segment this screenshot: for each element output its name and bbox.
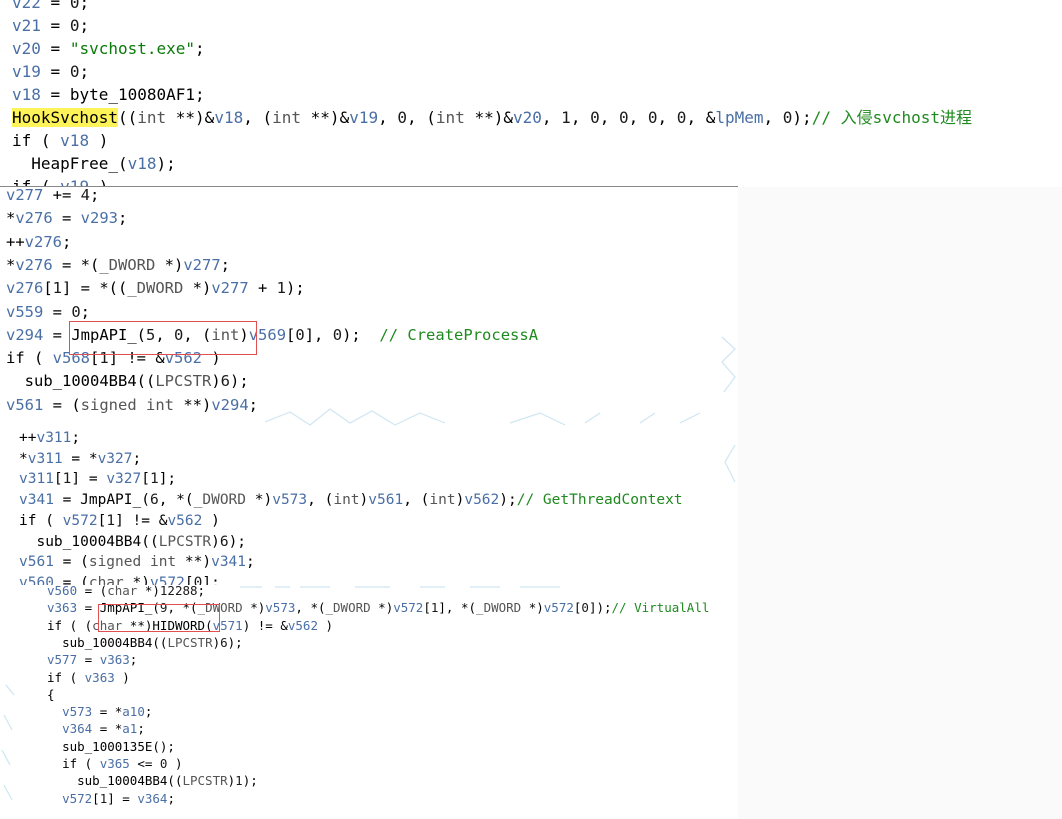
scan-artifact <box>1 586 560 801</box>
code-panel-create-process: v277 += 4; *v276 = v293; ++v276; *v276 = *(… <box>0 187 738 427</box>
blank-area <box>738 187 1062 819</box>
code-line: if ( v18 ) <box>12 131 109 150</box>
code-panel-get-thread-context: ++v311; *v311 = *v327; v311[1] = v327[1]; v… <box>0 427 738 585</box>
scan-artifact <box>264 336 736 426</box>
code-line: v19 = 0; <box>12 62 90 81</box>
code-panel-virtual-alloc: v560 = (char *)12288; v363 = JmpAPI_(9, *… <box>0 585 738 819</box>
code-panel-hook-svchost: v22 = 0; v21 = 0; v20 = "svchost.exe"; v19 … <box>0 0 1062 186</box>
code-line: HookSvchost((int **)&v18, (int **)&v19, … <box>12 108 973 127</box>
code-line: v20 = "svchost.exe"; <box>12 39 205 58</box>
code-line: v21 = 0; <box>12 16 90 35</box>
scan-artifact <box>724 444 736 483</box>
code-line: if ( v19 ) <box>12 175 108 186</box>
code-line: HeapFree_(v18); <box>31 154 176 173</box>
code-line: v22 = 0; <box>12 0 90 12</box>
code-line: v18 = byte_10080AF1; <box>12 85 205 104</box>
